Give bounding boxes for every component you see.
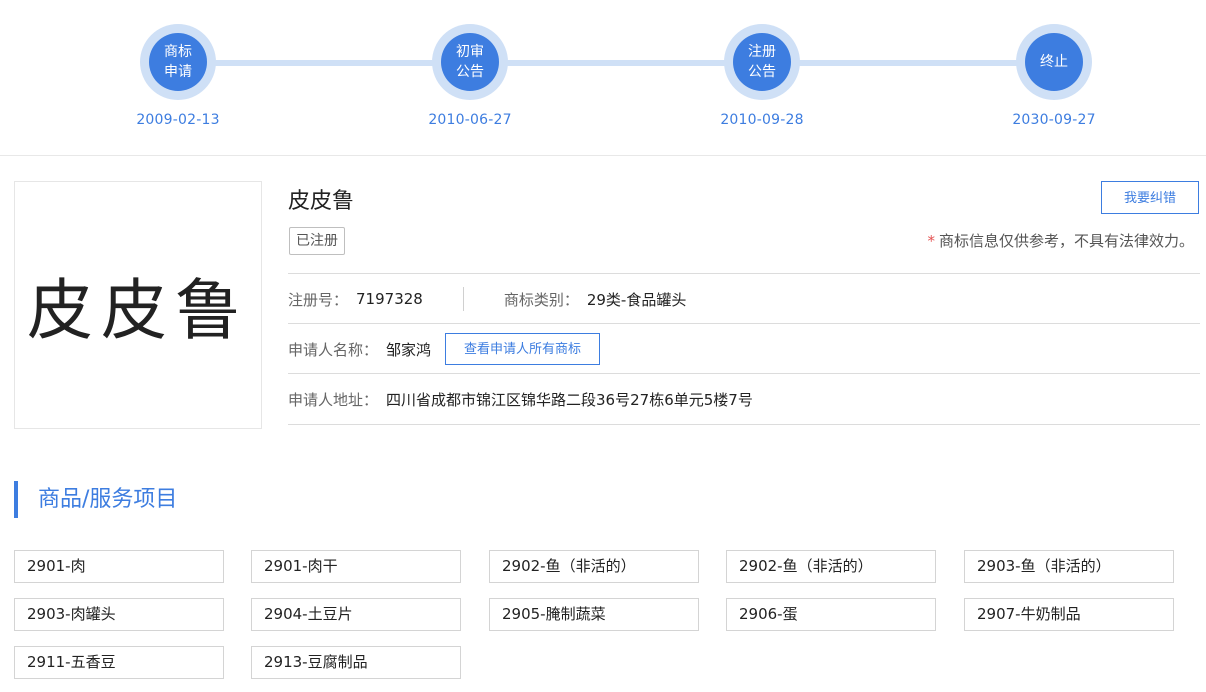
info-row-address: 申请人地址： 四川省成都市锦江区锦华路二段36号27栋6单元5楼7号: [288, 373, 1200, 425]
timeline-step-registration: 注册 公告 2010-09-28: [662, 24, 862, 128]
goods-item: 2903-鱼（非活的）: [964, 550, 1174, 583]
timeline-node: 初审 公告: [432, 24, 508, 100]
info-row-registration: 注册号： 7197328 商标类别： 29类-食品罐头: [288, 273, 1200, 324]
applicant-label: 申请人名称：: [288, 340, 379, 359]
timeline-node: 终止: [1016, 24, 1092, 100]
goods-item: 2911-五香豆: [14, 646, 224, 679]
goods-item: 2902-鱼（非活的）: [726, 550, 936, 583]
step-date: 2030-09-27: [1012, 112, 1096, 128]
status-badge: 已注册: [289, 227, 345, 255]
asterisk-icon: *: [927, 232, 935, 250]
step-label-line1: 商标: [164, 44, 192, 60]
step-label-line2: 公告: [456, 64, 484, 80]
report-error-button[interactable]: 我要纠错: [1101, 181, 1199, 214]
goods-item: 2901-肉干: [251, 550, 461, 583]
goods-item: 2902-鱼（非活的）: [489, 550, 699, 583]
disclaimer-notice: * 商标信息仅供参考，不具有法律效力。: [927, 230, 1194, 251]
timeline-node: 注册 公告: [724, 24, 800, 100]
timeline-step-application: 商标 申请 2009-02-13: [78, 24, 278, 128]
step-label-line1: 初审: [456, 44, 484, 60]
step-label-line2: 申请: [164, 64, 192, 80]
trademark-logo-text: 皮皮鲁: [27, 272, 249, 349]
timeline-step-preliminary: 初审 公告 2010-06-27: [370, 24, 570, 128]
goods-item: 2906-蛋: [726, 598, 936, 631]
divider: [462, 287, 464, 311]
step-label-line1: 注册: [748, 44, 776, 60]
class-value: 29类-食品罐头: [586, 290, 687, 309]
step-date: 2010-06-27: [428, 112, 512, 128]
timeline-node: 商标 申请: [140, 24, 216, 100]
step-date: 2010-09-28: [720, 112, 804, 128]
timeline-step-termination: 终止 2030-09-27: [954, 24, 1154, 128]
goods-item: 2905-腌制蔬菜: [489, 598, 699, 631]
step-date: 2009-02-13: [136, 112, 220, 128]
trademark-image: 皮皮鲁: [14, 181, 262, 429]
info-row-applicant: 申请人名称： 邹家鸿 查看申请人所有商标: [288, 323, 1200, 374]
goods-item: 2907-牛奶制品: [964, 598, 1174, 631]
applicant-value: 邹家鸿: [386, 340, 432, 359]
goods-item: 2901-肉: [14, 550, 224, 583]
progress-timeline: 商标 申请 2009-02-13 初审 公告 2010-06-27 注册 公告 …: [0, 0, 1206, 156]
goods-item: 2913-豆腐制品: [251, 646, 461, 679]
goods-item: 2903-肉罐头: [14, 598, 224, 631]
trademark-name: 皮皮鲁: [288, 189, 355, 214]
step-label-line2: 公告: [748, 64, 776, 80]
view-applicant-trademarks-button[interactable]: 查看申请人所有商标: [445, 333, 601, 365]
reg-no-label: 注册号：: [288, 290, 349, 309]
section-title-goods: 商品/服务项目: [14, 481, 177, 518]
goods-item: 2904-土豆片: [251, 598, 461, 631]
address-label: 申请人地址：: [288, 390, 379, 409]
disclaimer-text: 商标信息仅供参考，不具有法律效力。: [938, 232, 1194, 250]
class-label: 商标类别：: [503, 290, 579, 309]
address-value: 四川省成都市锦江区锦华路二段36号27栋6单元5楼7号: [386, 390, 753, 409]
timeline-track: [178, 60, 1054, 66]
step-label-line1: 终止: [1040, 54, 1068, 70]
reg-no-value: 7197328: [356, 290, 423, 308]
